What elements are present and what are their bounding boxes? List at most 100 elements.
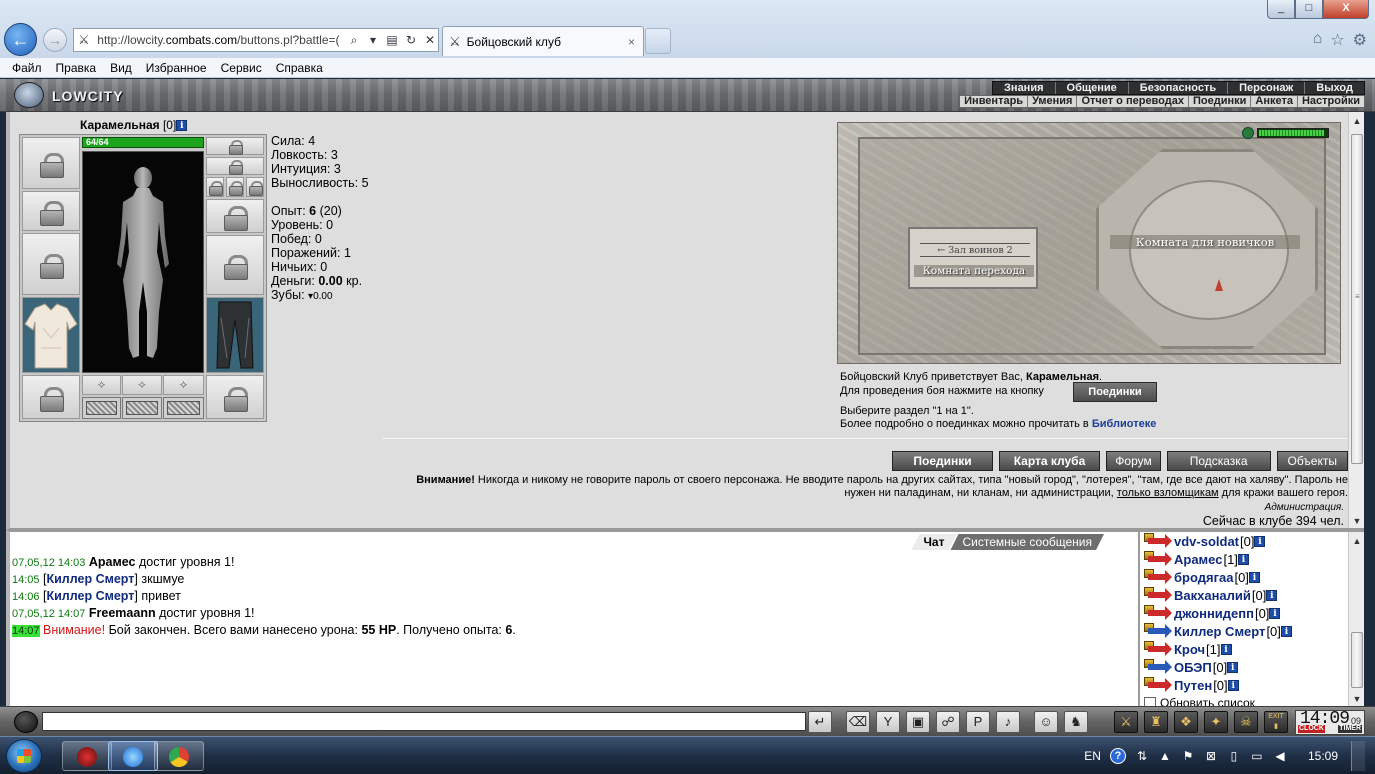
slot-bracers[interactable] (22, 191, 80, 231)
menu-view[interactable]: Вид (110, 61, 132, 75)
minimize-button[interactable]: _ (1267, 0, 1295, 19)
refresh-icon[interactable]: ↻ (403, 33, 419, 48)
slot-ring-a[interactable] (206, 177, 224, 197)
volume-icon[interactable]: ◀ (1273, 749, 1287, 763)
tab-system-messages[interactable]: Системные сообщения (950, 534, 1104, 550)
flag-icon[interactable]: ⚑ (1181, 749, 1195, 763)
room-newbie-label[interactable]: Комната для новичков (1110, 235, 1300, 249)
online-user[interactable]: Вакханалий [0] i (1144, 586, 1344, 604)
menu-favorites[interactable]: Избранное (146, 61, 207, 75)
info-icon[interactable]: i (1280, 625, 1292, 637)
slot-shield[interactable] (206, 235, 264, 295)
sound-icon[interactable]: ♪ (996, 711, 1020, 733)
private-message-icon[interactable] (1144, 587, 1172, 603)
info-icon[interactable]: i (1248, 571, 1260, 583)
online-scroll-thumb[interactable] (1351, 632, 1363, 688)
private-message-icon[interactable] (1144, 659, 1172, 675)
online-user[interactable]: Киллер Смерт [0] i (1144, 622, 1344, 640)
nav-exit[interactable]: Выход (1304, 82, 1364, 94)
hint-button[interactable]: Подсказка (1166, 451, 1271, 471)
timer-label[interactable]: TIMER (1338, 725, 1362, 733)
nav-knowledge[interactable]: Знания (993, 82, 1054, 94)
online-user-name[interactable]: Кроч (1174, 642, 1205, 657)
message-nick[interactable]: Freemaann (89, 606, 156, 620)
room-transition-sign[interactable]: ← Зал воинов 2 (920, 243, 1030, 257)
objects-button[interactable]: Объекты (1276, 451, 1348, 471)
online-user-name[interactable]: бродягаа (1174, 570, 1233, 585)
filter-icon[interactable]: Y (876, 711, 900, 733)
slot-ring-b[interactable] (226, 177, 244, 197)
message-nick[interactable]: Киллер Смерт (46, 589, 134, 603)
skull-icon[interactable]: ☠ (1234, 711, 1258, 733)
show-hidden-icon[interactable]: ▲ (1158, 749, 1172, 763)
home-icon[interactable]: ⌂ (1313, 30, 1323, 50)
subnav-fights[interactable]: Поединки (1187, 96, 1250, 107)
slot-ring-2[interactable]: ⟡ (122, 375, 162, 395)
private-message-icon[interactable] (1144, 641, 1172, 657)
fight-icon[interactable]: ⚔ (1114, 711, 1138, 733)
message-nick[interactable]: Киллер Смерт (46, 572, 134, 586)
scroll-up-icon[interactable]: ▲ (1349, 114, 1364, 128)
info-icon[interactable]: i (1266, 589, 1278, 601)
online-user[interactable]: бродягаа [0] i (1144, 568, 1344, 586)
search-icon[interactable]: ⌕ (346, 33, 362, 48)
stop-icon[interactable]: ✕ (422, 33, 438, 48)
online-user[interactable]: ОБЭП [0] i (1144, 658, 1344, 676)
bank-icon[interactable]: ❖ (1174, 711, 1198, 733)
slot-legs[interactable] (206, 297, 264, 373)
nav-communication[interactable]: Общение (1054, 82, 1128, 94)
clock-label[interactable]: CLOCK (1298, 725, 1325, 733)
slot-scroll-2[interactable] (122, 397, 162, 419)
slot-gloves[interactable] (206, 199, 264, 233)
menu-help[interactable]: Справка (276, 61, 323, 75)
online-user-name[interactable]: ОБЭП (1174, 660, 1212, 675)
content-scrollbar[interactable]: ▲ ≡ ▼ (1348, 112, 1364, 528)
maximize-button[interactable]: □ (1295, 0, 1323, 19)
info-icon[interactable]: i (1237, 553, 1249, 565)
slot-ring-1[interactable]: ⟡ (82, 375, 121, 395)
tab-combats[interactable]: ⚔ Бойцовский клуб × (442, 26, 644, 56)
club-map-button[interactable]: Карта клуба (998, 451, 1101, 471)
slot-scroll-3[interactable] (163, 397, 204, 419)
info-icon[interactable]: i (1269, 607, 1281, 619)
slot-scroll-1[interactable] (82, 397, 121, 419)
message-nick[interactable]: Арамес (89, 555, 136, 569)
smiley-icon[interactable]: ☺ (1034, 711, 1058, 733)
slot-belt[interactable] (22, 375, 80, 419)
private-message-icon[interactable] (1144, 569, 1172, 585)
slot-ring-3[interactable]: ⟡ (163, 375, 204, 395)
nav-security[interactable]: Безопасность (1127, 82, 1227, 94)
no-network-icon[interactable]: ⊠ (1204, 749, 1218, 763)
dropdown-icon[interactable]: ▾ (365, 33, 381, 48)
help-icon[interactable]: ? (1109, 748, 1126, 764)
online-user-name[interactable]: Киллер Смерт (1174, 624, 1265, 639)
scroll-down-icon[interactable]: ▼ (1349, 514, 1364, 528)
room-transition[interactable]: ← Зал воинов 2 Комната перехода (908, 227, 1038, 289)
menu-file[interactable]: Файл (12, 61, 42, 75)
slot-ring-c[interactable] (246, 177, 264, 197)
menu-edit[interactable]: Правка (56, 61, 97, 75)
tab-chat[interactable]: Чат (912, 534, 957, 550)
back-button[interactable]: ← (4, 23, 37, 56)
close-window-button[interactable]: X (1323, 0, 1369, 19)
online-user-name[interactable]: джоннидепп (1174, 606, 1254, 621)
start-button[interactable] (6, 739, 42, 773)
run-icon[interactable]: ☍ (936, 711, 960, 733)
taskbar-app-media[interactable] (62, 741, 112, 771)
tab-close-icon[interactable]: × (628, 35, 635, 49)
private-message-icon[interactable] (1144, 605, 1172, 621)
eraser-icon[interactable]: ⌫ (846, 711, 870, 733)
chat-input[interactable] (42, 712, 806, 731)
library-link[interactable]: Библиотеке (1092, 418, 1157, 430)
slot-earrings[interactable] (206, 137, 264, 155)
slot-weapon[interactable] (22, 233, 80, 295)
gear-icon[interactable]: ⚙ (1353, 30, 1367, 50)
fights-button[interactable]: Поединки (892, 451, 993, 471)
online-user-name[interactable]: Арамес (1174, 552, 1222, 567)
location-map[interactable]: ← Зал воинов 2 Комната перехода Комната … (837, 122, 1341, 364)
online-user-name[interactable]: Путен (1174, 678, 1212, 693)
taskbar-app-chrome[interactable] (154, 741, 204, 771)
save-icon[interactable]: ▣ (906, 711, 930, 733)
language-indicator[interactable]: EN (1084, 749, 1101, 763)
online-user[interactable]: Путен [0] i (1144, 676, 1344, 694)
